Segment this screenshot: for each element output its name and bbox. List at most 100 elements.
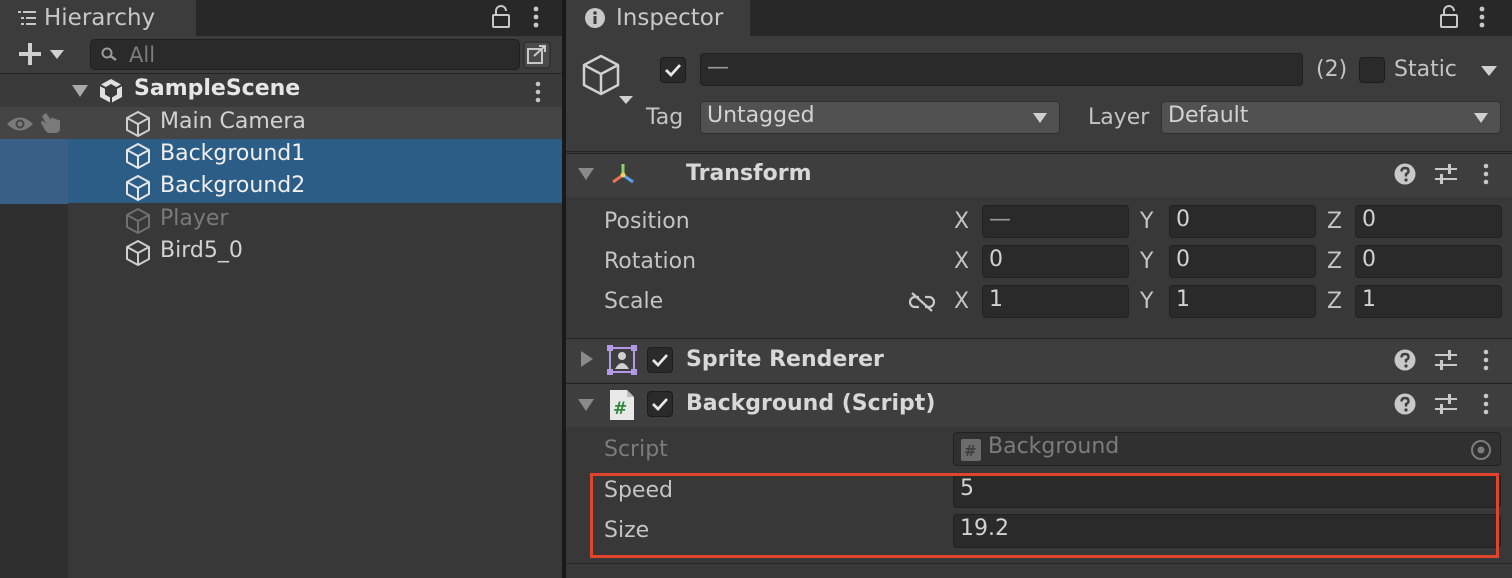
gameobject-cube-icon — [124, 142, 152, 170]
list-item[interactable]: Player — [0, 204, 562, 236]
sprite-renderer-icon — [607, 345, 637, 375]
axis-z-label: Z — [1327, 289, 1343, 314]
scale-label: Scale — [604, 289, 664, 314]
rotation-y-value: 0 — [1176, 247, 1190, 272]
scene-name: SampleScene — [134, 76, 301, 101]
preset-sliders-icon[interactable] — [1434, 349, 1458, 371]
object-picker-icon[interactable] — [1470, 439, 1492, 461]
scale-y-field[interactable]: 1 — [1169, 285, 1316, 318]
gameobject-cube-icon — [124, 239, 152, 267]
lock-icon[interactable] — [491, 5, 511, 29]
active-checkbox[interactable] — [660, 57, 686, 83]
tab-hierarchy-label: Hierarchy — [44, 5, 156, 31]
tab-inspector-label: Inspector — [616, 5, 724, 31]
more-options-icon[interactable] — [1482, 163, 1490, 185]
help-icon[interactable] — [1394, 393, 1416, 415]
foldout-arrow-icon[interactable] — [72, 85, 88, 97]
axis-x-label: X — [954, 289, 970, 314]
foldout-arrow-icon[interactable] — [581, 351, 593, 367]
position-label: Position — [604, 209, 690, 234]
search-placeholder: All — [129, 42, 156, 67]
scene-row[interactable]: SampleScene — [0, 74, 562, 107]
list-item-label: Player — [160, 206, 229, 231]
search-input[interactable]: All — [90, 39, 520, 70]
position-z-field[interactable]: 0 — [1355, 205, 1502, 238]
chevron-down-icon — [1474, 113, 1488, 123]
eye-icon[interactable] — [6, 115, 34, 133]
chevron-down-icon — [1033, 113, 1047, 123]
inspector-bottom-divider — [566, 563, 1512, 564]
list-item[interactable]: Background1 — [0, 139, 562, 171]
scale-z-field[interactable]: 1 — [1355, 285, 1502, 318]
more-options-icon[interactable] — [1482, 349, 1490, 371]
svg-text:#: # — [964, 442, 977, 460]
list-item-label: Bird5_0 — [160, 238, 243, 263]
position-x-field[interactable]: — — [982, 205, 1129, 238]
script-enabled-checkbox[interactable] — [647, 391, 673, 417]
more-options-icon[interactable] — [1478, 5, 1486, 29]
list-item-label: Background2 — [160, 173, 306, 198]
object-name-value: — — [707, 55, 729, 80]
scale-x-field[interactable]: 1 — [982, 285, 1129, 318]
gameobject-cube-icon — [124, 174, 152, 202]
rotation-label: Rotation — [604, 249, 697, 274]
list-item-label: Background1 — [160, 141, 306, 166]
csharp-script-icon: # — [609, 389, 635, 421]
rotation-x-field[interactable]: 0 — [982, 245, 1129, 278]
selection-gutter — [0, 139, 68, 171]
more-options-icon[interactable] — [1482, 393, 1490, 415]
transform-title: Transform — [686, 161, 812, 186]
static-checkbox[interactable] — [1359, 57, 1385, 83]
lock-icon[interactable] — [1439, 5, 1459, 29]
help-icon[interactable] — [1394, 163, 1416, 185]
rotation-z-value: 0 — [1362, 247, 1376, 272]
gameobject-icon[interactable] — [580, 54, 634, 110]
layer-dropdown[interactable]: Default — [1161, 101, 1501, 134]
pick-hand-icon[interactable] — [40, 112, 64, 134]
scale-z-value: 1 — [1362, 287, 1376, 312]
sprite-renderer-enabled-checkbox[interactable] — [647, 347, 673, 373]
axis-y-label: Y — [1140, 249, 1154, 274]
script-label: Script — [604, 437, 668, 462]
list-item[interactable]: Background2 — [0, 171, 562, 204]
gameobject-cube-icon — [124, 207, 152, 235]
tag-label: Tag — [646, 105, 684, 130]
static-label: Static — [1394, 57, 1457, 82]
more-options-icon[interactable] — [532, 5, 540, 29]
script-value: Background — [988, 434, 1120, 459]
rotation-x-value: 0 — [989, 247, 1003, 272]
position-x-value: — — [989, 207, 1011, 232]
object-name-field[interactable]: — — [700, 53, 1303, 86]
list-item[interactable]: Bird5_0 — [0, 236, 562, 268]
svg-text:#: # — [613, 399, 627, 419]
foldout-arrow-icon[interactable] — [578, 399, 594, 411]
add-icon[interactable] — [18, 42, 42, 66]
axis-y-label: Y — [1140, 289, 1154, 314]
axis-z-label: Z — [1327, 249, 1343, 274]
script-object-field[interactable]: # Background — [953, 432, 1501, 466]
scale-x-value: 1 — [989, 287, 1003, 312]
position-y-field[interactable]: 0 — [1169, 205, 1316, 238]
tab-hierarchy[interactable]: Hierarchy — [0, 0, 196, 36]
preset-sliders-icon[interactable] — [1434, 393, 1458, 415]
scale-y-value: 1 — [1176, 287, 1190, 312]
static-dropdown-icon[interactable] — [1481, 66, 1497, 76]
rotation-z-field[interactable]: 0 — [1355, 245, 1502, 278]
transform-icon — [608, 160, 638, 190]
tab-inspector[interactable]: Inspector — [566, 0, 750, 36]
axis-x-label: X — [954, 249, 970, 274]
tag-value: Untagged — [707, 103, 815, 128]
scene-more-icon[interactable] — [534, 81, 542, 103]
preset-sliders-icon[interactable] — [1434, 163, 1458, 185]
unlinked-chain-icon[interactable] — [908, 292, 936, 312]
tag-dropdown[interactable]: Untagged — [700, 101, 1060, 134]
unity-scene-icon — [98, 78, 124, 104]
chevron-down-icon[interactable] — [50, 50, 64, 59]
scene-search-icon[interactable] — [522, 40, 552, 70]
foldout-arrow-icon[interactable] — [578, 168, 594, 180]
help-icon[interactable] — [1394, 349, 1416, 371]
highlight-box — [590, 473, 1499, 558]
list-item[interactable]: Main Camera — [0, 107, 562, 139]
search-icon — [101, 47, 119, 63]
rotation-y-field[interactable]: 0 — [1169, 245, 1316, 278]
